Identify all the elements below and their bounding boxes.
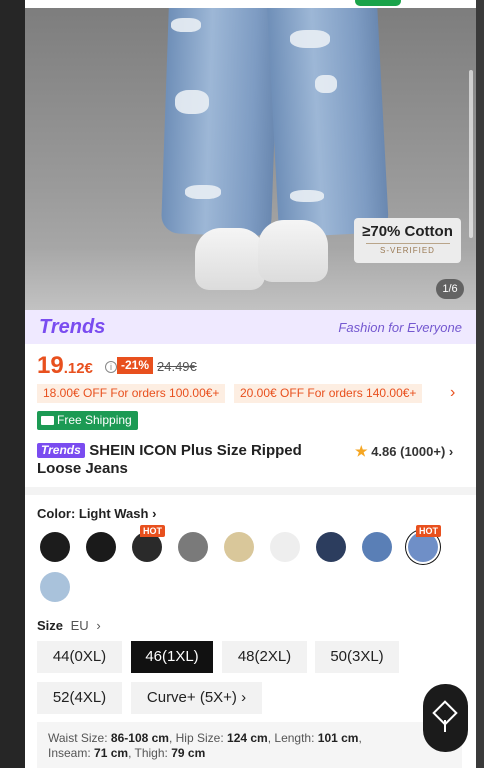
cotton-badge: ≥70% Cotton S-VERIFIED — [354, 218, 461, 263]
trends-logo: Trends — [39, 316, 106, 338]
left-background — [0, 0, 25, 768]
chevron-right-icon: › — [241, 689, 247, 706]
chevron-right-icon: › — [448, 444, 454, 459]
color-swatch[interactable] — [86, 532, 116, 562]
image-scrollbar — [469, 70, 473, 238]
floating-assistant-button[interactable] — [423, 684, 468, 752]
image-counter: 1/6 — [436, 279, 464, 299]
info-icon[interactable]: i — [105, 361, 117, 373]
discount-badge: -21% — [117, 357, 154, 374]
size-measurements: Waist Size: 86-108 cm, Hip Size: 124 cm,… — [37, 722, 462, 768]
product-title-row: Trends SHEIN ICON Plus Size Ripped Loose… — [37, 442, 347, 478]
review-count: (1000+) — [400, 444, 446, 459]
color-swatch[interactable] — [362, 532, 392, 562]
section-divider — [25, 487, 476, 495]
free-shipping-badge: Free Shipping — [37, 411, 138, 430]
hot-badge: HOT — [140, 525, 165, 537]
size-option-52[interactable]: 52(4XL) — [37, 682, 122, 714]
trends-tag: Trends — [37, 443, 85, 458]
size-option-curve[interactable]: Curve+ (5X+) › — [131, 682, 262, 714]
color-swatch[interactable] — [178, 532, 208, 562]
trends-slogan: Fashion for Everyone — [338, 320, 462, 335]
color-swatch[interactable] — [270, 532, 300, 562]
color-swatch[interactable] — [316, 532, 346, 562]
right-background — [476, 0, 484, 768]
chevron-right-icon: › — [96, 618, 101, 633]
jeans-left-leg — [160, 0, 280, 237]
rating-summary[interactable]: ★ 4.86 (1000+) › — [355, 443, 453, 460]
original-price: 24.49€ — [157, 359, 197, 374]
color-swatch[interactable] — [224, 532, 254, 562]
hot-badge: HOT — [416, 525, 441, 537]
size-option-44[interactable]: 44(0XL) — [37, 641, 122, 673]
color-swatch[interactable] — [40, 572, 70, 602]
coupon-2[interactable]: 20.00€ OFF For orders 140.00€+ — [234, 384, 423, 403]
rating-value: 4.86 — [371, 444, 397, 459]
chevron-right-icon[interactable]: › — [450, 384, 455, 402]
chevron-right-icon: › — [152, 506, 157, 521]
size-option-50[interactable]: 50(3XL) — [315, 641, 399, 673]
product-sheet: ≥70% Cotton S-VERIFIED 1/6 Trends Fashio… — [25, 0, 476, 768]
size-label[interactable]: Size EU › — [37, 618, 101, 633]
star-icon: ★ — [355, 443, 368, 459]
sneaker-left — [195, 228, 265, 290]
truck-icon — [41, 416, 54, 425]
size-option-46[interactable]: 46(1XL) — [131, 641, 213, 673]
coupon-1[interactable]: 18.00€ OFF For orders 100.00€+ — [37, 384, 226, 403]
trends-banner[interactable]: Trends Fashion for Everyone — [25, 310, 476, 344]
size-option-48[interactable]: 48(2XL) — [222, 641, 307, 673]
color-swatch[interactable] — [40, 532, 70, 562]
sneaker-right — [258, 220, 328, 282]
screen-frame: ≥70% Cotton S-VERIFIED 1/6 Trends Fashio… — [0, 0, 484, 768]
current-price: 19.12€ — [37, 352, 93, 379]
product-image-gallery[interactable]: ≥70% Cotton S-VERIFIED 1/6 — [25, 0, 476, 310]
color-label[interactable]: Color: Light Wash › — [37, 506, 156, 521]
